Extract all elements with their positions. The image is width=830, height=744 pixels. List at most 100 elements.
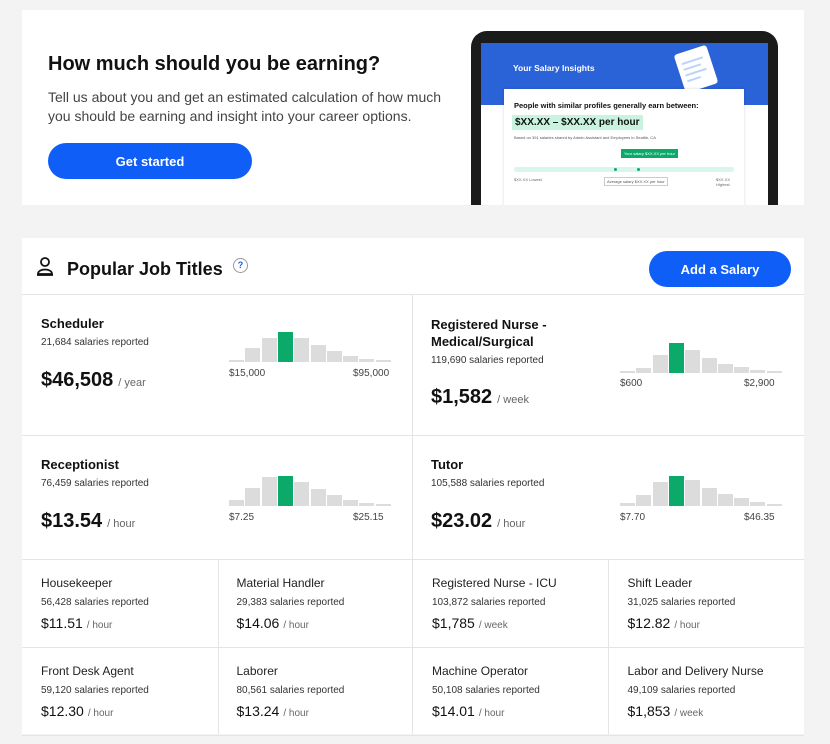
histogram-bar: [229, 500, 244, 506]
get-started-button[interactable]: Get started: [48, 143, 252, 179]
job-title-link[interactable]: Labor and Delivery Nurse: [628, 664, 764, 678]
job-card-small[interactable]: Registered Nurse - ICU 103,872 salaries …: [413, 560, 609, 648]
pay-amount: $14.06: [236, 615, 280, 631]
salaries-reported: 56,428 salaries reported: [41, 597, 149, 608]
pay-amount: $1,582: [431, 386, 493, 408]
job-card-small[interactable]: Machine Operator 50,108 salaries reporte…: [413, 648, 609, 736]
job-title-link[interactable]: Registered Nurse - ICU: [432, 576, 557, 590]
histogram-bar: [734, 498, 750, 506]
histogram-bar: [375, 504, 391, 506]
histogram-bar: [294, 482, 310, 506]
average-pay: $13.54 / hour: [41, 510, 135, 533]
salaries-reported: 76,459 salaries reported: [41, 478, 149, 489]
job-card[interactable]: Tutor 105,588 salaries reported $23.02 / …: [412, 436, 804, 560]
pay-amount: $13.24: [236, 703, 280, 719]
job-card[interactable]: Receptionist 76,459 salaries reported $1…: [22, 436, 412, 560]
mockup-high-label: $XX.XX Highest: [716, 177, 731, 187]
histogram-bar-highlight: [668, 343, 684, 373]
histogram-bar: [245, 488, 261, 506]
pay-unit: / week: [497, 394, 529, 406]
pay-unit: / hour: [674, 620, 700, 631]
add-salary-button[interactable]: Add a Salary: [649, 251, 791, 287]
histogram-bar: [750, 502, 766, 506]
job-card[interactable]: Scheduler 21,684 salaries reported $46,5…: [22, 295, 412, 436]
pay-unit: / week: [478, 620, 508, 631]
job-title-link[interactable]: Housekeeper: [41, 576, 112, 590]
pay-unit: / year: [118, 377, 146, 389]
pay-amount: $1,785: [432, 615, 475, 631]
job-title-link[interactable]: Front Desk Agent: [41, 664, 134, 678]
pay-amount: $23.02: [431, 510, 493, 532]
job-card-small[interactable]: Laborer 80,561 salaries reported $13.24/…: [217, 648, 413, 736]
histogram-bar: [326, 495, 342, 506]
job-title-link[interactable]: Tutor: [431, 456, 581, 473]
pay-unit: / hour: [497, 518, 526, 530]
histogram-bar: [750, 370, 766, 373]
histogram-bar: [717, 494, 733, 506]
average-pay: $23.02 / hour: [431, 510, 525, 533]
histogram-bar: [294, 338, 310, 362]
mockup-range: $XX.XX – $XX.XX per hour: [512, 115, 643, 130]
pay-amount: $13.54: [41, 510, 103, 532]
histogram-bar: [685, 480, 701, 506]
pay-unit: / hour: [283, 620, 309, 631]
mockup-title: Your Salary Insights: [513, 63, 595, 73]
histogram-bar: [359, 503, 375, 506]
popular-job-titles-card: Popular Job Titles ? Add a Salary Schedu…: [22, 238, 804, 736]
average-pay: $1,582 / week: [431, 386, 529, 409]
salaries-reported: 31,025 salaries reported: [627, 597, 736, 608]
job-title-link[interactable]: Machine Operator: [432, 664, 528, 678]
salary-histogram: [229, 332, 393, 362]
job-title-link[interactable]: Material Handler: [237, 576, 325, 590]
pay-unit: / hour: [87, 708, 114, 719]
divider: [412, 436, 413, 560]
job-card-small[interactable]: Front Desk Agent 59,120 salaries reporte…: [22, 648, 218, 736]
divider: [412, 295, 413, 436]
histogram-bar: [343, 356, 359, 362]
histogram-bar: [636, 495, 652, 506]
pay-unit: / hour: [283, 708, 309, 719]
job-title-link[interactable]: Receptionist: [41, 456, 191, 473]
histogram-low-label: $15,000: [229, 368, 266, 379]
job-title-link[interactable]: Scheduler: [41, 315, 191, 332]
salary-histogram: [620, 343, 784, 373]
histogram-bar: [620, 503, 635, 506]
pay-amount: $12.82: [627, 615, 671, 631]
job-card-small[interactable]: Shift Leader 31,025 salaries reported $1…: [608, 560, 804, 648]
average-pay: $14.06/ hour: [237, 615, 309, 631]
salaries-reported: 59,120 salaries reported: [41, 685, 149, 696]
job-title-link[interactable]: Laborer: [237, 664, 278, 678]
average-pay: $1,785/ week: [432, 615, 508, 631]
job-title-link[interactable]: Registered Nurse - Medical/Surgical: [431, 316, 581, 350]
clipboard-illustration: [673, 44, 719, 94]
page-title: Popular Job Titles: [67, 259, 223, 279]
average-pay: $1,853/ week: [628, 703, 704, 719]
help-icon[interactable]: ?: [233, 258, 248, 273]
salaries-reported: 29,383 salaries reported: [236, 597, 345, 608]
histogram-bar: [229, 360, 244, 362]
salaries-reported: 21,684 salaries reported: [41, 337, 149, 348]
average-pay: $11.51/ hour: [41, 615, 112, 631]
histogram-bar: [652, 482, 668, 506]
job-card-small[interactable]: Material Handler 29,383 salaries reporte…: [217, 560, 413, 648]
histogram-bar: [766, 504, 782, 506]
job-card[interactable]: Registered Nurse - Medical/Surgical 119,…: [412, 295, 804, 436]
histogram-bar: [375, 360, 391, 362]
histogram-bar: [245, 348, 261, 362]
pay-unit: / hour: [86, 620, 113, 631]
average-pay: $12.30/ hour: [41, 703, 113, 719]
pay-amount: $14.01: [432, 703, 475, 719]
job-title-link[interactable]: Shift Leader: [628, 576, 693, 590]
pay-unit: / week: [674, 708, 704, 719]
job-card-small[interactable]: Housekeeper 56,428 salaries reported $11…: [22, 560, 218, 648]
histogram-high-label: $25.15: [353, 512, 384, 523]
histogram-high-label: $2,900: [744, 378, 775, 389]
pay-amount: $46,508: [41, 369, 114, 391]
mockup-average-label: Average salary $XX.XX per hour: [604, 177, 668, 186]
divider: [412, 560, 413, 734]
pay-amount: $11.51: [41, 615, 83, 631]
histogram-low-label: $7.70: [620, 512, 646, 523]
histogram-bar-highlight: [277, 476, 293, 506]
salaries-reported: 119,690 salaries reported: [431, 355, 544, 366]
job-card-small[interactable]: Labor and Delivery Nurse 49,109 salaries…: [608, 648, 804, 736]
